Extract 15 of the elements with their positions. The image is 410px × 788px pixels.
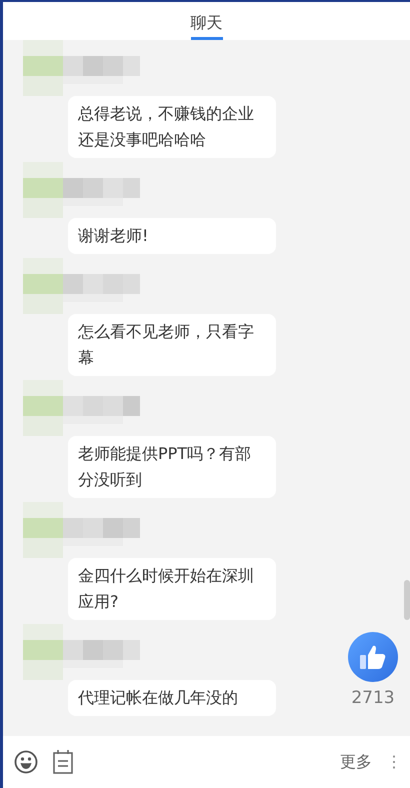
chat-message: 金四什么时候开始在深圳应用? — [68, 558, 276, 620]
chat-message: 老师能提供PPT吗？有部分没听到 — [68, 436, 276, 498]
notepad-icon[interactable] — [52, 750, 74, 774]
more-button[interactable]: 更多 — [340, 750, 372, 774]
scrollbar — [404, 580, 410, 620]
more-icon[interactable]: ⋮ — [386, 750, 402, 774]
like-count: 2713 — [351, 687, 395, 710]
thumbs-up-icon — [360, 645, 386, 669]
chat-tab[interactable]: 聊天 — [190, 2, 222, 40]
like-button[interactable] — [348, 632, 398, 682]
chat-message: 怎么看不见老师，只看字幕 — [68, 314, 276, 376]
chat-message: 谢谢老师! — [68, 218, 276, 254]
chat-message: 总得老说，不赚钱的企业还是没事吧哈哈哈 — [68, 96, 276, 158]
chat-message: 代理记帐在做几年没的 — [68, 680, 276, 716]
smiley-icon[interactable] — [14, 750, 38, 774]
